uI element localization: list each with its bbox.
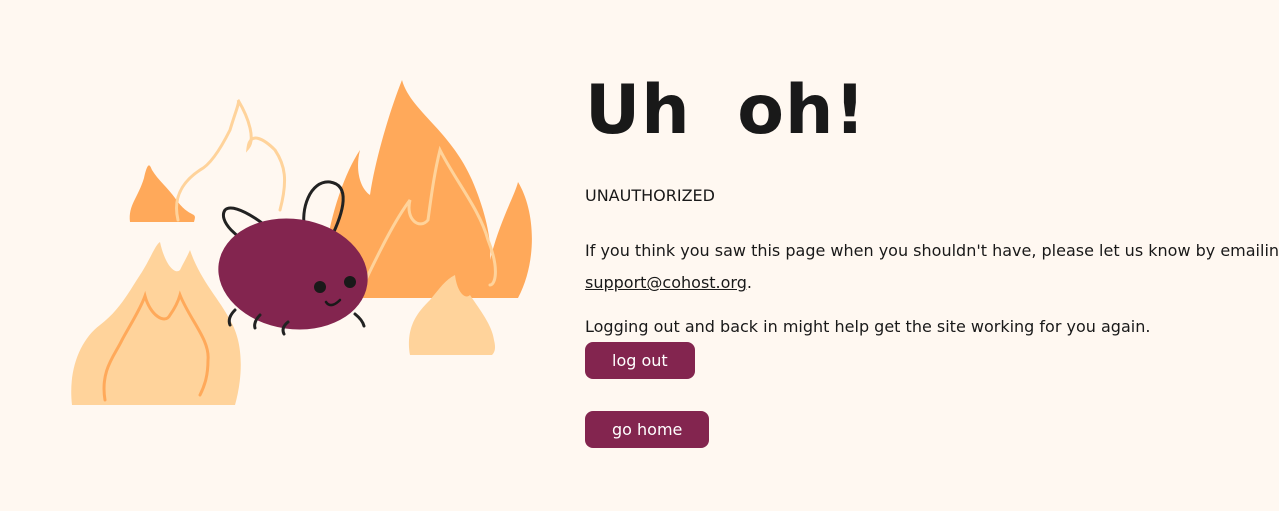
small-flame-left bbox=[129, 165, 196, 222]
contact-message-text: If you think you saw this page when you … bbox=[585, 241, 1279, 260]
light-flame-bottom-left bbox=[71, 242, 241, 405]
error-status: UNAUTHORIZED bbox=[585, 186, 715, 205]
log-out-button[interactable]: log out bbox=[585, 342, 695, 379]
burning-bug-illustration bbox=[60, 70, 550, 430]
logout-hint: Logging out and back in might help get t… bbox=[585, 317, 1151, 336]
contact-message-period: . bbox=[746, 273, 752, 292]
page-title: Uh oh! bbox=[585, 71, 867, 150]
go-home-button[interactable]: go home bbox=[585, 411, 710, 448]
outline-flame bbox=[175, 98, 286, 222]
error-page: Uh oh! UNAUTHORIZED If you think you saw… bbox=[0, 0, 1279, 511]
support-email-link[interactable]: support@cohost.org bbox=[585, 273, 747, 292]
contact-message: If you think you saw this page when you … bbox=[585, 235, 1279, 299]
error-content: Uh oh! UNAUTHORIZED If you think you saw… bbox=[585, 70, 1279, 448]
